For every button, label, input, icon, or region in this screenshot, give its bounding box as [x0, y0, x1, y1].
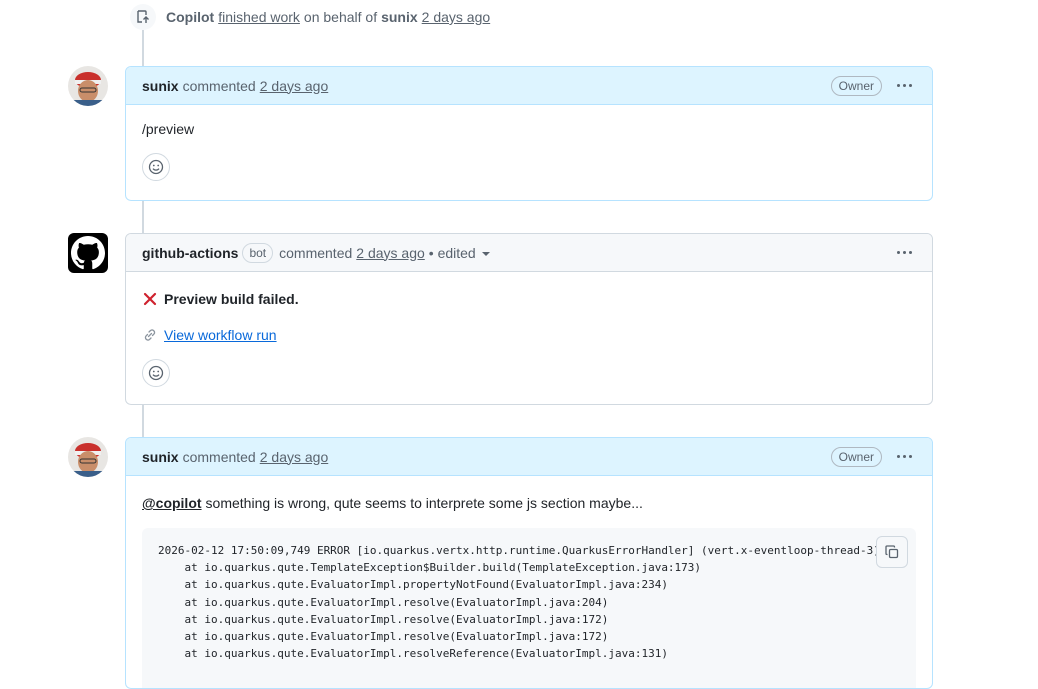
code-line: at io.quarkus.qute.EvaluatorImpl.resolve…	[158, 647, 668, 661]
smiley-icon	[148, 159, 164, 175]
link-icon	[144, 329, 156, 341]
add-reaction-button[interactable]	[142, 153, 170, 181]
event-time-link[interactable]: 2 days ago	[422, 9, 491, 25]
kebab-horizontal-icon[interactable]	[892, 251, 916, 254]
timeline-connector	[142, 200, 144, 234]
copilot-handoff-icon	[130, 4, 156, 30]
comment-text: something is wrong, qute seems to interp…	[205, 495, 643, 511]
event-actor[interactable]: Copilot	[166, 9, 214, 25]
workflow-link-row: View workflow run	[142, 327, 916, 343]
copy-button[interactable]	[876, 536, 908, 568]
comment-card: sunix commented 2 days ago Owner /previe…	[125, 66, 933, 201]
code-line: at io.quarkus.qute.TemplateException$Bui…	[158, 561, 702, 575]
comment-timestamp[interactable]: 2 days ago	[356, 245, 425, 261]
comment-header: sunix commented 2 days ago Owner	[126, 438, 932, 476]
x-icon	[143, 292, 157, 306]
comment-header: github-actions bot commented 2 days ago …	[126, 234, 932, 272]
code-line: at io.quarkus.qute.EvaluatorImpl.propert…	[158, 578, 668, 592]
smiley-icon	[148, 365, 164, 381]
comment-timestamp[interactable]: 2 days ago	[260, 449, 329, 465]
owner-badge: Owner	[830, 75, 882, 96]
user-mention[interactable]: @copilot	[142, 495, 202, 511]
code-line: at io.quarkus.qute.EvaluatorImpl.resolve…	[158, 595, 609, 609]
comment-author[interactable]: sunix	[142, 78, 179, 94]
edited-label: • edited	[428, 244, 476, 261]
copy-icon	[885, 545, 899, 559]
comment-timestamp[interactable]: 2 days ago	[260, 78, 329, 94]
comment-verb: commented	[182, 77, 256, 94]
comment-author[interactable]: github-actions	[142, 245, 238, 261]
avatar[interactable]	[68, 66, 108, 106]
event-action-link[interactable]: finished work	[218, 9, 300, 25]
owner-badge: Owner	[830, 446, 882, 467]
timeline-connector	[142, 404, 144, 438]
comment-header: sunix commented 2 days ago Owner	[126, 67, 932, 105]
timeline-connector	[142, 30, 144, 66]
timeline-event: Copilot finished work on behalf of sunix…	[130, 4, 494, 30]
code-line: at io.quarkus.qute.EvaluatorImpl.resolve…	[158, 612, 609, 626]
comment-body: /preview	[126, 105, 932, 197]
comment-author[interactable]: sunix	[142, 449, 179, 465]
comment-verb: commented	[279, 244, 353, 261]
bot-label: bot	[242, 242, 274, 263]
comment-text-row: @copilot something is wrong, qute seems t…	[142, 495, 916, 511]
comment-body: @copilot something is wrong, qute seems t…	[126, 476, 932, 688]
event-on-behalf: on behalf of	[303, 9, 378, 25]
chevron-down-icon	[481, 252, 490, 256]
github-mark-icon[interactable]	[68, 233, 108, 273]
edited-dropdown[interactable]: • edited	[429, 245, 490, 261]
comment-verb: commented	[182, 448, 256, 465]
avatar[interactable]	[68, 437, 108, 477]
view-workflow-run-link[interactable]: View workflow run	[164, 327, 277, 343]
add-reaction-button[interactable]	[142, 359, 170, 387]
code-block: 2026-02-12 17:50:09,749 ERROR [io.quarku…	[142, 528, 916, 688]
comment-card: github-actions bot commented 2 days ago …	[125, 233, 933, 405]
code-line: at io.quarkus.qute.EvaluatorImpl.resolve…	[158, 630, 609, 644]
comment-text: /preview	[142, 121, 195, 137]
kebab-horizontal-icon[interactable]	[892, 84, 916, 87]
build-status-text: Preview build failed.	[164, 291, 299, 307]
comment-body: Preview build failed. View workflow run	[126, 272, 932, 403]
comment-card: sunix commented 2 days ago Owner @copilo…	[125, 437, 933, 689]
code-line: 2026-02-12 17:50:09,749 ERROR [io.quarku…	[158, 544, 894, 557]
build-status: Preview build failed.	[142, 291, 916, 307]
event-user[interactable]: sunix	[381, 9, 418, 25]
kebab-horizontal-icon[interactable]	[892, 455, 916, 458]
